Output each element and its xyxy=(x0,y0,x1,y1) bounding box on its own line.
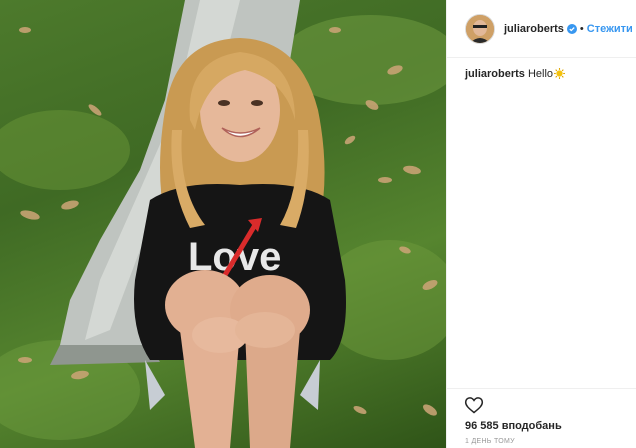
like-heart-icon[interactable] xyxy=(464,395,484,415)
post-sidebar: juliaroberts • Стежити juliaroberts Hell… xyxy=(446,0,636,448)
post-actions: 96 585 вподобань 1 ДЕНЬ ТОМУ xyxy=(447,388,636,448)
author-username[interactable]: juliaroberts xyxy=(504,23,564,35)
avatar-image xyxy=(466,14,494,43)
instagram-post: Love ju xyxy=(0,0,636,448)
verified-badge-icon xyxy=(566,23,577,34)
photo-illustration: Love xyxy=(0,0,446,448)
sun-emoji-icon xyxy=(554,68,566,79)
caption-text: Hello xyxy=(527,68,554,80)
likes-count[interactable]: 96 585 вподобань xyxy=(465,420,562,432)
follow-button[interactable]: Стежити xyxy=(587,23,633,35)
post-photo[interactable]: Love xyxy=(0,0,446,448)
post-header: juliaroberts • Стежити xyxy=(447,0,636,58)
avatar[interactable] xyxy=(465,13,495,44)
separator-dot: • xyxy=(579,22,584,35)
post-timestamp[interactable]: 1 ДЕНЬ ТОМУ xyxy=(465,438,515,445)
caption-username[interactable]: juliaroberts xyxy=(465,68,525,80)
post-caption: juliaroberts Hello xyxy=(465,67,630,82)
